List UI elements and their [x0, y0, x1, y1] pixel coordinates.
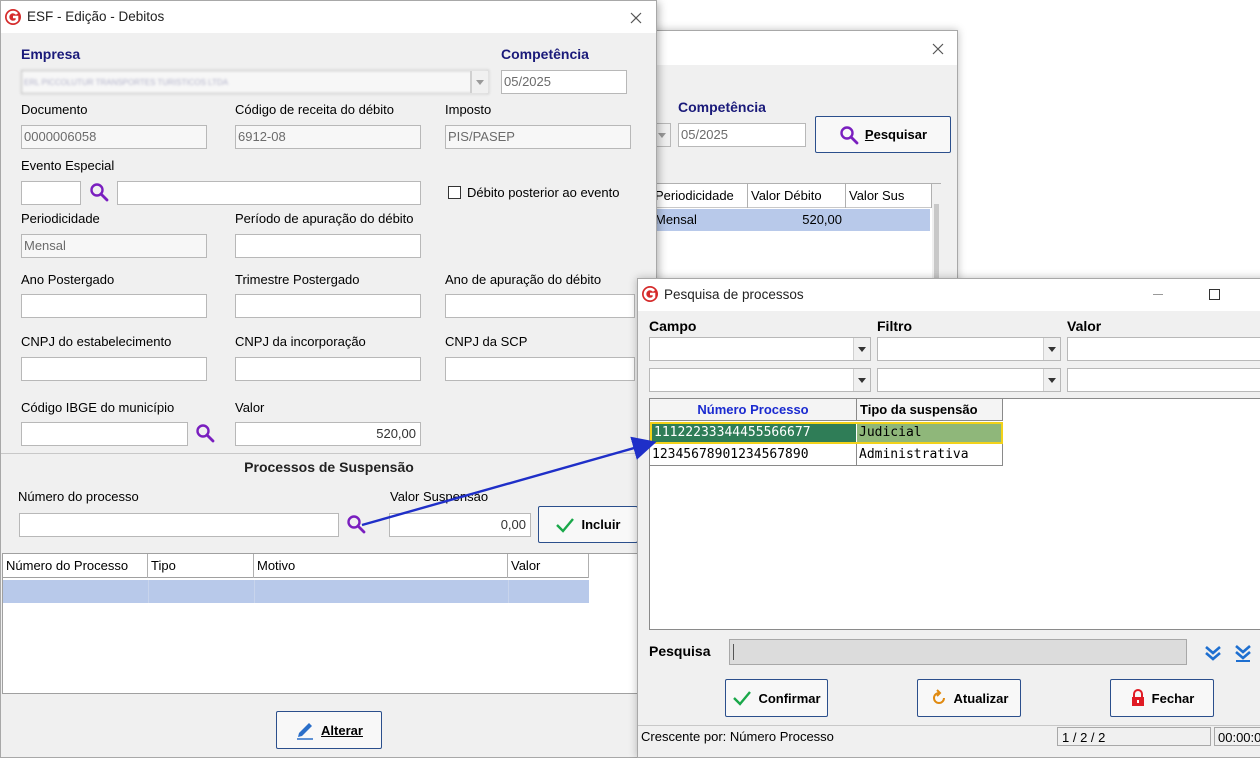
annotation-arrow: [361, 436, 657, 527]
arrow-line: [361, 436, 657, 527]
